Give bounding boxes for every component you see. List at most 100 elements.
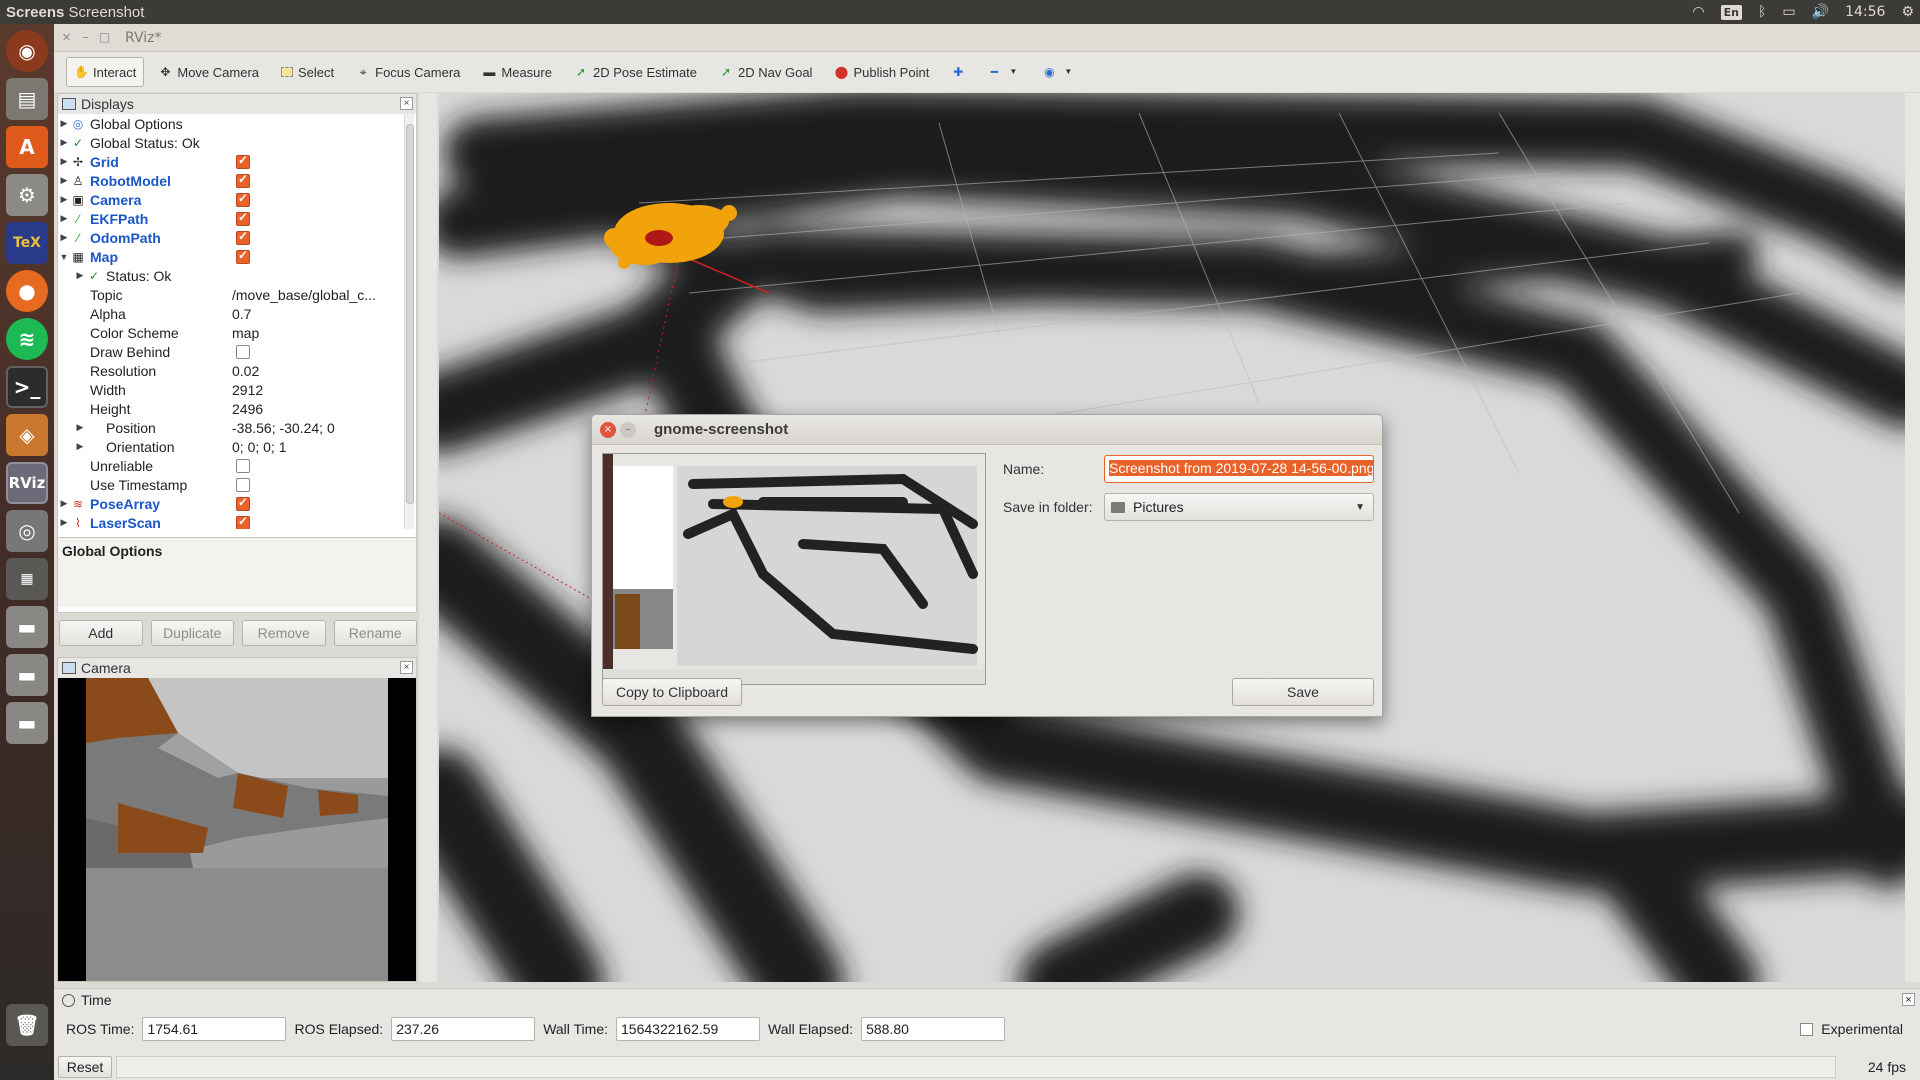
2d-pose-estimate-tool-button[interactable]: ➚ 2D Pose Estimate xyxy=(566,57,705,87)
tree-row-position[interactable]: ▶ Position -38.56; -30.24; 0 xyxy=(58,418,403,437)
tree-row-alpha[interactable]: Alpha 0.7 xyxy=(58,304,403,323)
interact-tool-button[interactable]: ✋ Interact xyxy=(66,57,145,87)
close-icon[interactable]: × xyxy=(1902,993,1915,1006)
copy-to-clipboard-button[interactable]: Copy to Clipboard xyxy=(602,678,742,706)
grid-enabled-checkbox[interactable] xyxy=(236,153,250,169)
settings-icon[interactable]: ⚙ xyxy=(6,174,48,216)
odompath-enabled-checkbox[interactable] xyxy=(236,229,250,245)
view-options-button[interactable]: ◉ ▼ xyxy=(1034,57,1083,87)
laserscan-enabled-checkbox[interactable] xyxy=(236,514,250,529)
package-icon[interactable]: ◈ xyxy=(6,414,48,456)
software-center-icon[interactable]: A xyxy=(6,126,48,168)
tree-row-draw-behind[interactable]: Draw Behind xyxy=(58,342,403,361)
tree-row-global-status[interactable]: ▶ ✓ Global Status: Ok xyxy=(58,133,403,152)
use-timestamp-checkbox[interactable] xyxy=(236,477,250,492)
draw-behind-checkbox[interactable] xyxy=(236,344,250,359)
add-display-button[interactable]: Add xyxy=(59,620,143,646)
close-icon[interactable]: × xyxy=(400,97,413,110)
screenshot-icon[interactable]: ◎ xyxy=(6,510,48,552)
camera-enabled-checkbox[interactable] xyxy=(236,191,250,207)
tree-row-map-status[interactable]: ▶ ✓ Status: Ok xyxy=(58,266,403,285)
ekfpath-enabled-checkbox[interactable] xyxy=(236,210,250,226)
collapse-arrow-icon[interactable]: ▼ xyxy=(58,252,70,262)
minimize-icon[interactable]: – xyxy=(79,31,92,44)
expand-arrow-icon[interactable]: ▶ xyxy=(58,498,70,509)
spotify-icon[interactable]: ≋ xyxy=(6,318,48,360)
wall-time-field[interactable]: 1564322162.59 xyxy=(616,1017,761,1041)
maximize-icon[interactable]: □ xyxy=(98,31,111,44)
wifi-icon[interactable]: ◠ xyxy=(1692,4,1704,20)
expand-arrow-icon[interactable]: ▶ xyxy=(58,232,70,243)
drive-icon[interactable]: ▬ xyxy=(6,654,48,696)
ros-elapsed-field[interactable]: 237.26 xyxy=(391,1017,536,1041)
close-icon[interactable]: × xyxy=(60,31,73,44)
drive-icon[interactable]: ▬ xyxy=(6,606,48,648)
tree-row-map[interactable]: ▼ ▦ Map xyxy=(58,247,403,266)
trash-icon[interactable]: 🗑 xyxy=(6,1004,48,1046)
rename-display-button[interactable]: Rename xyxy=(333,620,417,646)
tree-row-color-scheme[interactable]: Color Scheme map xyxy=(58,323,403,342)
measure-tool-button[interactable]: ▬ Measure xyxy=(474,57,560,87)
clock[interactable]: 14:56 xyxy=(1845,4,1885,20)
keyboard-layout-indicator[interactable]: En xyxy=(1720,4,1742,20)
save-folder-select[interactable]: Pictures ▼ xyxy=(1104,493,1374,521)
focus-camera-tool-button[interactable]: ⌖ Focus Camera xyxy=(348,57,468,87)
workspace-switcher-icon[interactable]: ▦ xyxy=(6,558,48,600)
tree-row-odompath[interactable]: ▶ ∕ OdomPath xyxy=(58,228,403,247)
tree-row-ekfpath[interactable]: ▶ ∕ EKFPath xyxy=(58,209,403,228)
experimental-toggle[interactable]: Experimental xyxy=(1800,1021,1903,1037)
texmaker-icon[interactable]: TeX xyxy=(6,222,48,264)
remove-tool-button[interactable]: ━ ▼ xyxy=(979,57,1028,87)
tree-row-laserscan[interactable]: ▶ ⌇ LaserScan xyxy=(58,513,403,529)
drive-icon[interactable]: ▬ xyxy=(6,702,48,744)
filename-input[interactable]: Screenshot from 2019-07-28 14-56-00.png xyxy=(1104,455,1374,483)
scrollbar-thumb[interactable] xyxy=(406,124,414,504)
publish-point-tool-button[interactable]: ⬤ Publish Point xyxy=(826,57,937,87)
experimental-checkbox[interactable] xyxy=(1800,1022,1814,1036)
expand-arrow-icon[interactable]: ▶ xyxy=(58,194,70,205)
expand-arrow-icon[interactable]: ▶ xyxy=(74,422,86,433)
volume-icon[interactable]: 🔊 xyxy=(1812,4,1829,20)
expand-arrow-icon[interactable]: ▶ xyxy=(58,118,70,129)
bluetooth-icon[interactable]: ᛒ xyxy=(1758,4,1766,20)
dash-icon[interactable]: ◉ xyxy=(6,30,48,72)
close-icon[interactable]: × xyxy=(600,421,616,438)
expand-arrow-icon[interactable]: ▶ xyxy=(58,517,70,528)
expand-arrow-icon[interactable]: ▶ xyxy=(58,175,70,186)
tree-row-camera[interactable]: ▶ ▣ Camera xyxy=(58,190,403,209)
tree-row-resolution[interactable]: Resolution 0.02 xyxy=(58,361,403,380)
tree-row-posearray[interactable]: ▶ ≋ PoseArray xyxy=(58,494,403,513)
panel-splitter[interactable] xyxy=(419,93,437,982)
move-camera-tool-button[interactable]: ✥ Move Camera xyxy=(150,57,267,87)
expand-arrow-icon[interactable]: ▶ xyxy=(74,441,86,452)
tree-row-robotmodel[interactable]: ▶ ♙ RobotModel xyxy=(58,171,403,190)
select-tool-button[interactable]: Select xyxy=(273,57,342,87)
files-icon[interactable]: ▤ xyxy=(6,78,48,120)
expand-arrow-icon[interactable]: ▶ xyxy=(58,213,70,224)
rviz-icon[interactable]: RViz xyxy=(6,462,48,504)
add-tool-button[interactable]: ✚ xyxy=(943,57,973,87)
battery-icon[interactable]: ▭ xyxy=(1782,4,1795,20)
tree-row-grid[interactable]: ▶ ✢ Grid xyxy=(58,152,403,171)
firefox-icon[interactable]: ● xyxy=(6,270,48,312)
posearray-enabled-checkbox[interactable] xyxy=(236,495,250,511)
ros-time-field[interactable]: 1754.61 xyxy=(142,1017,287,1041)
tree-row-unreliable[interactable]: Unreliable xyxy=(58,456,403,475)
wall-elapsed-field[interactable]: 588.80 xyxy=(861,1017,1006,1041)
displays-scrollbar[interactable] xyxy=(404,114,414,529)
save-button[interactable]: Save xyxy=(1232,678,1374,706)
tree-row-height[interactable]: Height 2496 xyxy=(58,399,403,418)
2d-nav-goal-tool-button[interactable]: ➚ 2D Nav Goal xyxy=(711,57,820,87)
map-enabled-checkbox[interactable] xyxy=(236,248,250,264)
expand-arrow-icon[interactable]: ▶ xyxy=(74,270,86,281)
tree-row-orientation[interactable]: ▶ Orientation 0; 0; 0; 1 xyxy=(58,437,403,456)
tree-row-topic[interactable]: Topic/move_base/global_c... xyxy=(58,285,403,304)
terminal-icon[interactable]: >_ xyxy=(6,366,48,408)
tree-row-width[interactable]: Width 2912 xyxy=(58,380,403,399)
gear-icon[interactable]: ⚙ xyxy=(1901,4,1914,20)
minimize-icon[interactable]: – xyxy=(620,421,636,438)
remove-display-button[interactable]: Remove xyxy=(242,620,326,646)
expand-arrow-icon[interactable]: ▶ xyxy=(58,156,70,167)
expand-arrow-icon[interactable]: ▶ xyxy=(58,137,70,148)
close-icon[interactable]: × xyxy=(400,661,413,674)
